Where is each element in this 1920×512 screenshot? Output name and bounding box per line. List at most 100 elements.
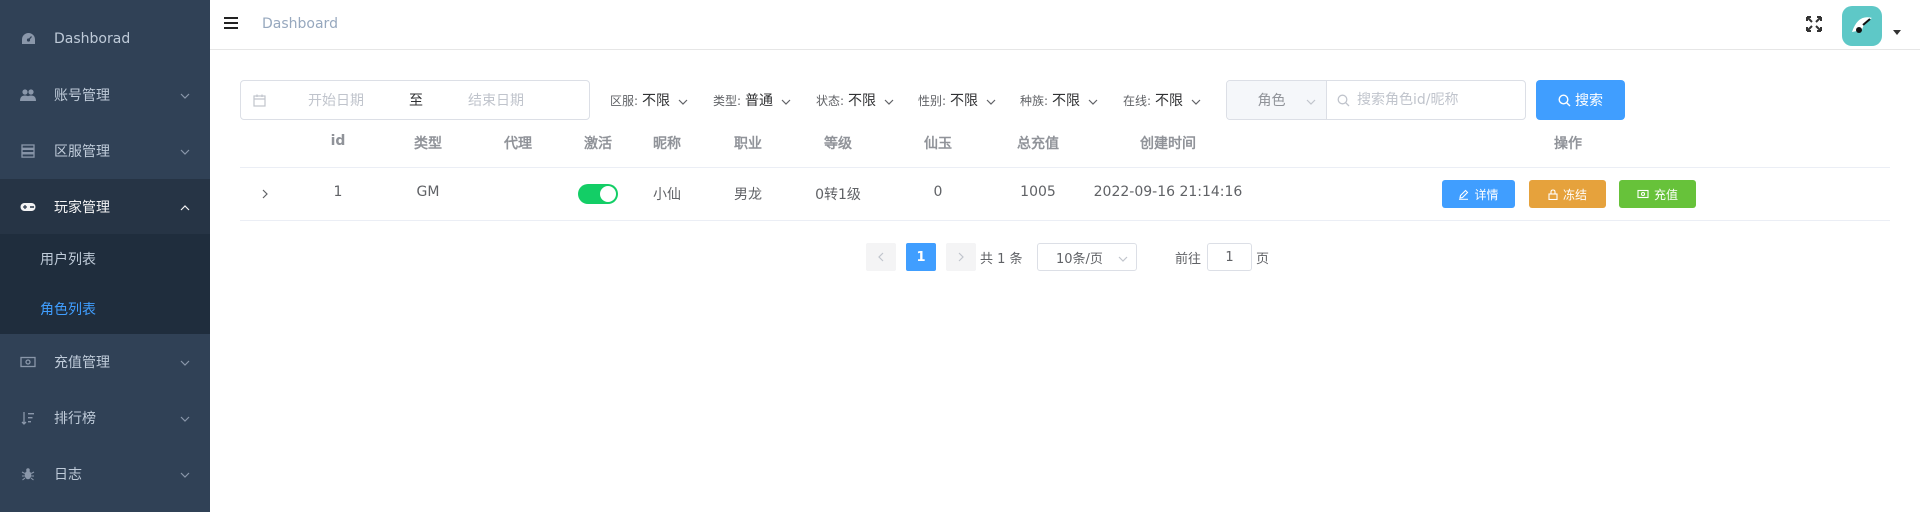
freeze-button[interactable]: 冻结 (1529, 180, 1606, 208)
cell-type: GM (416, 184, 440, 200)
sidebar-subitem-user-list[interactable]: 用户列表 (0, 234, 210, 284)
search-field-select[interactable]: 角色 (1227, 81, 1327, 119)
column-header-total-recharge: 总充值 (1017, 136, 1059, 152)
column-header-jade: 仙玉 (924, 136, 952, 152)
sidebar-item-label: 账号管理 (54, 88, 110, 104)
recharge-button[interactable]: 充值 (1619, 180, 1696, 208)
avatar[interactable] (1842, 6, 1882, 46)
date-end-input[interactable]: 结束日期 (436, 90, 556, 110)
search-button-label: 搜索 (1575, 93, 1603, 109)
column-header-profession: 职业 (734, 136, 762, 152)
column-header-created-at: 创建时间 (1140, 136, 1196, 152)
sidebar-item-dashboard[interactable]: Dashborad (0, 11, 210, 67)
chevron-down-icon (1088, 95, 1098, 105)
search-input[interactable] (1327, 82, 1525, 118)
breadcrumb: Dashboard (262, 16, 338, 32)
cell-jade: 0 (933, 184, 943, 200)
filter-status[interactable]: 状态: 不限 (816, 80, 894, 120)
column-header-type: 类型 (414, 136, 442, 152)
detail-button-label: 详情 (1474, 187, 1499, 202)
freeze-button-label: 冻结 (1562, 187, 1587, 202)
cell-id: 1 (333, 184, 343, 200)
search-field-value: 角色 (1257, 93, 1286, 109)
sidebar-item-players[interactable]: 玩家管理 (0, 179, 210, 235)
bug-icon (20, 466, 36, 482)
caret-down-icon[interactable] (1893, 30, 1901, 35)
pagination-goto-suffix: 页 (1256, 252, 1270, 267)
pagination-goto-input[interactable] (1207, 243, 1252, 271)
pagination-next-button[interactable] (946, 243, 976, 271)
sidebar-item-label: 玩家管理 (54, 200, 110, 216)
chevron-down-icon (1306, 95, 1316, 105)
chevron-down-icon (1191, 95, 1201, 105)
column-header-id: id (330, 133, 346, 149)
filter-online[interactable]: 在线: 不限 (1123, 80, 1201, 120)
pagination-page-1[interactable]: 1 (906, 243, 936, 271)
edit-icon (1459, 189, 1469, 200)
chevron-down-icon (781, 95, 791, 105)
chevron-down-icon (180, 87, 190, 103)
cell-profession: 男龙 (734, 187, 762, 203)
date-range-picker[interactable]: 开始日期 至 结束日期 (240, 80, 590, 120)
table-row-divider (240, 220, 1890, 221)
money-icon (1637, 189, 1649, 199)
chevron-right-icon (958, 252, 964, 262)
search-group: 角色 (1226, 80, 1526, 120)
cell-agent (498, 184, 538, 204)
filter-label: 状态: (816, 93, 845, 108)
column-header-active: 激活 (584, 136, 612, 152)
hamburger-menu-icon[interactable] (224, 17, 238, 31)
fullscreen-icon[interactable] (1805, 15, 1823, 33)
recharge-button-label: 充值 (1653, 187, 1678, 202)
sidebar-item-ranking[interactable]: 排行榜 (0, 390, 210, 446)
filter-race[interactable]: 种族: 不限 (1020, 80, 1098, 120)
sidebar-item-accounts[interactable]: 账号管理 (0, 67, 210, 123)
sidebar-item-logs[interactable]: 日志 (0, 446, 210, 502)
filter-value: 不限 (848, 93, 877, 109)
calendar-icon (253, 94, 266, 107)
users-icon (20, 87, 36, 103)
search-button[interactable]: 搜索 (1536, 80, 1625, 120)
date-start-input[interactable]: 开始日期 (281, 90, 391, 110)
pagination-total: 共 1 条 (980, 252, 1023, 267)
filter-value: 不限 (1155, 93, 1184, 109)
search-icon (1558, 93, 1571, 106)
cell-level: 0转1级 (815, 187, 861, 203)
pagination-prev-button[interactable] (866, 243, 896, 271)
column-header-level: 等级 (824, 136, 852, 152)
filter-label: 区服: (610, 93, 639, 108)
chevron-down-icon (986, 95, 996, 105)
sidebar-item-label: Dashborad (54, 31, 131, 47)
filter-type[interactable]: 类型: 普通 (713, 80, 791, 120)
chevron-down-icon (180, 466, 190, 482)
sidebar-subitem-label: 用户列表 (40, 252, 96, 268)
sidebar-subitem-label: 角色列表 (40, 302, 96, 318)
sidebar-item-label: 区服管理 (54, 144, 110, 160)
detail-button[interactable]: 详情 (1442, 180, 1515, 208)
sidebar-item-servers[interactable]: 区服管理 (0, 123, 210, 179)
filter-gender[interactable]: 性别: 不限 (918, 80, 996, 120)
pagination-page-size-select[interactable]: 10条/页 (1037, 243, 1137, 271)
cell-total-recharge: 1005 (1020, 184, 1056, 200)
sidebar-item-label: 排行榜 (54, 411, 96, 427)
chevron-down-icon (884, 95, 894, 105)
sidebar-item-recharge[interactable]: 充值管理 (0, 334, 210, 390)
filter-value: 不限 (950, 93, 979, 109)
filter-value: 普通 (745, 93, 774, 109)
table-header-divider (240, 167, 1890, 168)
active-toggle[interactable] (578, 184, 618, 204)
sidebar-item-label: 充值管理 (54, 355, 110, 371)
sidebar-item-label: 日志 (54, 467, 82, 483)
money-icon (20, 354, 36, 370)
sidebar-subitem-role-list[interactable]: 角色列表 (0, 284, 210, 334)
filter-label: 性别: (918, 93, 947, 108)
submenu-players: 用户列表 角色列表 (0, 234, 210, 334)
search-icon (1337, 94, 1350, 107)
chevron-right-icon[interactable] (260, 188, 270, 200)
dashboard-icon (20, 31, 36, 47)
chevron-down-icon (180, 143, 190, 159)
column-header-agent: 代理 (504, 136, 532, 152)
sort-icon (20, 410, 36, 426)
server-icon (20, 143, 36, 159)
filter-region[interactable]: 区服: 不限 (610, 80, 688, 120)
